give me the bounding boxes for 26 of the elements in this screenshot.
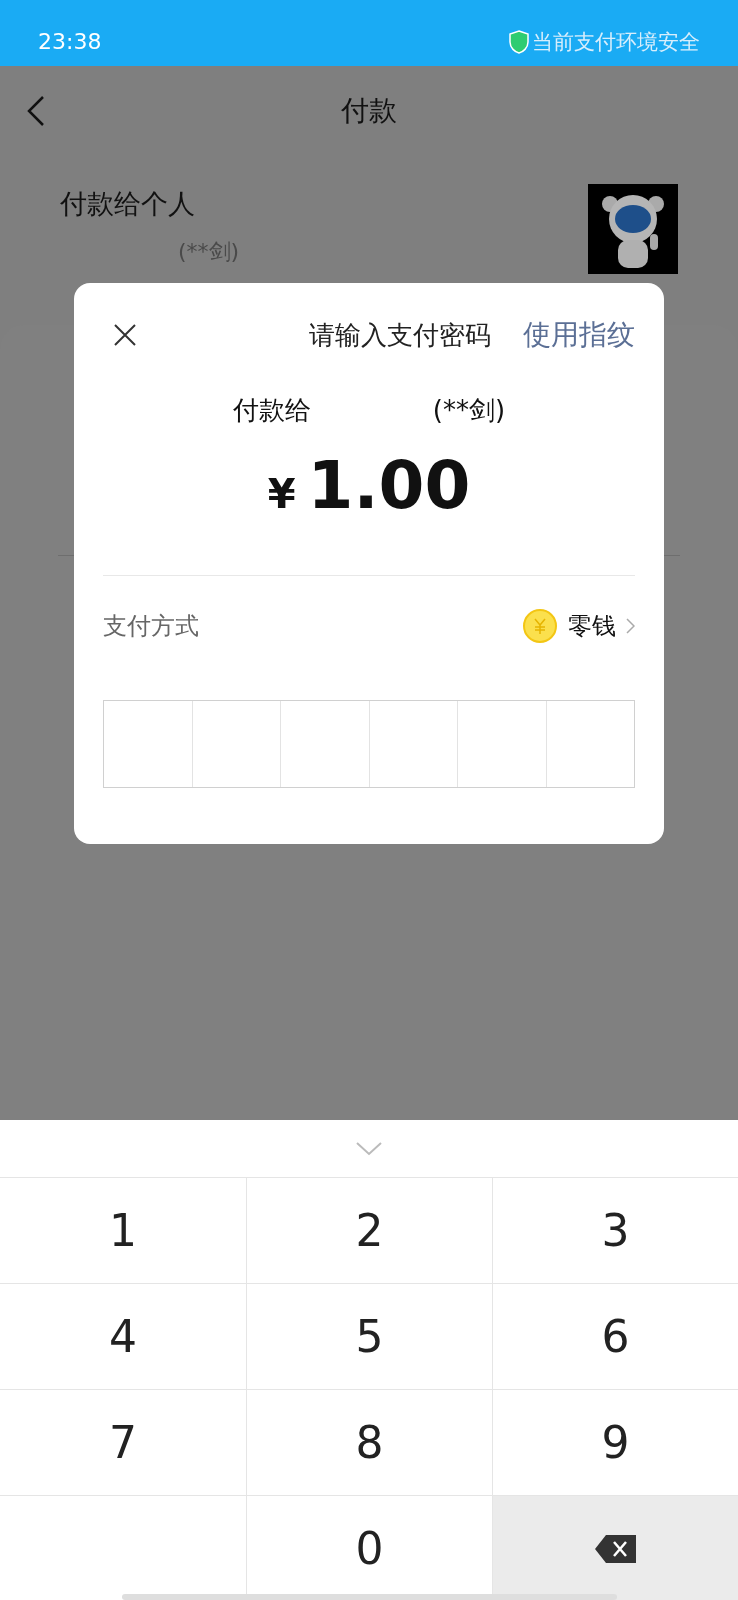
fingerprint-link[interactable]: 使用指纹 [523, 314, 635, 356]
backspace-icon [593, 1533, 638, 1564]
close-icon[interactable] [114, 324, 136, 346]
digit-key[interactable]: 8 [246, 1389, 492, 1495]
password-field[interactable] [103, 700, 635, 788]
page-title: 付款 [341, 93, 397, 129]
currency-symbol: ¥ [267, 470, 296, 519]
digit-key[interactable]: 3 [492, 1177, 738, 1283]
payee-heading: 付款给个人 [60, 187, 196, 221]
backspace-key[interactable] [492, 1495, 738, 1600]
payment-method-selector[interactable]: 零钱 [522, 608, 635, 644]
payment-amount: 1.00 [307, 446, 471, 526]
payment-method-label: 支付方式 [103, 611, 199, 642]
shield-icon [508, 30, 530, 55]
status-time: 23:38 [38, 28, 102, 56]
dialog-title: 请输入支付密码 [309, 318, 491, 352]
digit-key[interactable]: 6 [492, 1283, 738, 1389]
payee-name: (**剑) [432, 394, 506, 427]
back-icon[interactable] [26, 95, 46, 127]
digit-key[interactable]: 9 [492, 1389, 738, 1495]
digit-key[interactable]: 5 [246, 1283, 492, 1389]
chevron-right-icon [626, 618, 635, 634]
security-status: 当前支付环境安全 [532, 28, 700, 56]
coin-icon [522, 608, 558, 644]
digit-key[interactable]: 2 [246, 1177, 492, 1283]
pay-to-label: 付款给 [232, 394, 311, 427]
